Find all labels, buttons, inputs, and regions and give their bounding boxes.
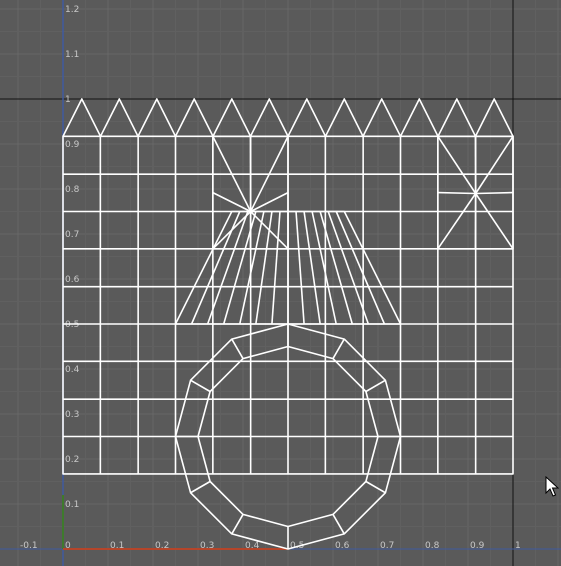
fan-spoke[interactable] bbox=[437, 191, 476, 195]
u-tick-label: 0.3 bbox=[200, 541, 214, 551]
crenellation-tooth[interactable] bbox=[399, 98, 439, 137]
u-tick-label: 0 bbox=[65, 541, 71, 551]
v-tick-label: 0.9 bbox=[65, 140, 80, 150]
u-tick-label: 0.9 bbox=[470, 541, 485, 551]
crenellation-tooth[interactable] bbox=[437, 98, 477, 137]
lampshade-rib[interactable] bbox=[335, 211, 386, 325]
lampshade-rib[interactable] bbox=[255, 211, 273, 325]
fan-spoke[interactable] bbox=[212, 191, 252, 213]
crenellation-tooth[interactable] bbox=[249, 98, 289, 137]
ring-connector-edge[interactable] bbox=[231, 338, 244, 359]
u-tick-label: 1 bbox=[515, 541, 521, 551]
ring-connector-edge[interactable] bbox=[365, 379, 386, 393]
u-tick-label: 0.6 bbox=[335, 541, 350, 551]
v-tick-label: 0.4 bbox=[65, 365, 80, 375]
arrow-cursor-icon bbox=[545, 476, 559, 497]
v-tick-label: 0.3 bbox=[65, 410, 79, 420]
lampshade-rib[interactable] bbox=[295, 211, 305, 325]
u-tick-label: 0.1 bbox=[110, 541, 124, 551]
crenellation-tooth[interactable] bbox=[324, 98, 364, 137]
fan-spoke[interactable] bbox=[250, 191, 289, 213]
fan-spoke[interactable] bbox=[437, 193, 477, 250]
crenellation-tooth[interactable] bbox=[212, 98, 252, 137]
uv-grid-canvas[interactable]: -0.1 0 0.1 0.2 0.3 0.4 0.5 0.6 0.7 0.8 0.9 1 0.1 0.2 0… bbox=[0, 0, 561, 566]
crenellation-tooth[interactable] bbox=[137, 98, 177, 137]
u-tick-label: 0.7 bbox=[380, 541, 394, 551]
uv-grid-lines bbox=[0, 0, 561, 566]
crenellation-tooth[interactable] bbox=[174, 98, 214, 137]
fan-spoke[interactable] bbox=[475, 191, 514, 195]
lampshade-rib[interactable] bbox=[271, 211, 281, 325]
fan-spoke[interactable] bbox=[437, 135, 477, 194]
ring-connector-edge[interactable] bbox=[332, 514, 345, 535]
v-tick-label: 1 bbox=[65, 95, 71, 105]
u-tick-label: 0.2 bbox=[155, 541, 169, 551]
uv-editor-viewport[interactable]: -0.1 0 0.1 0.2 0.3 0.4 0.5 0.6 0.7 0.8 0.9 1 0.1 0.2 0… bbox=[0, 0, 561, 566]
crenellation-tooth[interactable] bbox=[362, 98, 402, 137]
ring-connector-edge[interactable] bbox=[332, 338, 345, 359]
v-tick-label: 0.2 bbox=[65, 455, 79, 465]
v-tick-label: 0.8 bbox=[65, 185, 80, 195]
v-tick-label: 0.5 bbox=[65, 320, 79, 330]
fan-spoke[interactable] bbox=[474, 193, 514, 250]
v-tick-label: 0.7 bbox=[65, 230, 79, 240]
u-tick-label: 0.8 bbox=[425, 541, 440, 551]
fan-spoke[interactable] bbox=[474, 135, 514, 194]
ring-connector-edge[interactable] bbox=[231, 514, 244, 535]
v-tick-label: 0.1 bbox=[65, 500, 79, 510]
u-tick-label: 0.4 bbox=[245, 541, 260, 551]
crenellation-tooth[interactable] bbox=[474, 98, 514, 137]
v-tick-label: 1.2 bbox=[65, 5, 79, 15]
ring-connector-edge[interactable] bbox=[190, 379, 211, 393]
ring-connector-edge[interactable] bbox=[365, 480, 386, 494]
u-tick-label: -0.1 bbox=[20, 541, 38, 551]
crenellation-tooth[interactable] bbox=[99, 98, 139, 137]
crenellation-tooth[interactable] bbox=[287, 98, 327, 137]
lampshade-rib[interactable] bbox=[303, 211, 321, 325]
ring-connector-edge[interactable] bbox=[190, 480, 211, 494]
v-tick-label: 1.1 bbox=[65, 50, 79, 60]
v-tick-label: 0.6 bbox=[65, 275, 80, 285]
lampshade-rib[interactable] bbox=[190, 211, 241, 325]
